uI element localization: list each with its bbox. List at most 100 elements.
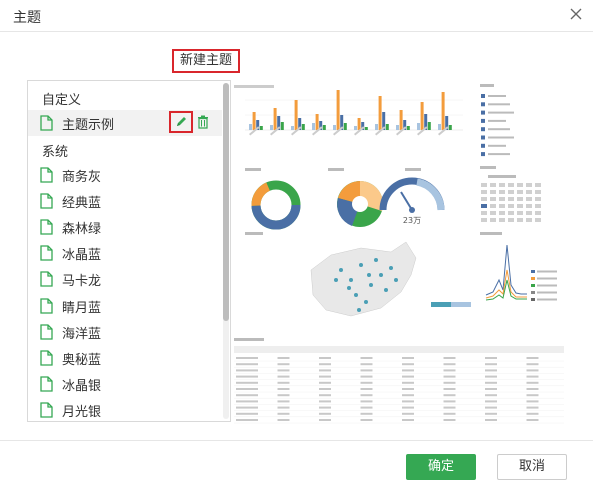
table-cell: [485, 394, 497, 397]
map-dot: [394, 278, 398, 282]
table-cell: [319, 412, 331, 415]
preview-bar: [448, 125, 452, 130]
theme-item-system[interactable]: 冰晶蓝: [28, 240, 222, 266]
theme-item-label: 海洋蓝: [62, 326, 102, 342]
theme-item-label: 商务灰: [62, 170, 102, 185]
table-cell: [277, 394, 290, 397]
gauge-value: 23万: [403, 216, 421, 225]
table-cell: [526, 369, 539, 372]
table-cell: [360, 381, 373, 384]
theme-item-label: 马卡龙: [62, 274, 102, 290]
preview-bar: [322, 125, 326, 130]
theme-item-system[interactable]: 月光银: [28, 397, 222, 421]
map-dot: [364, 300, 368, 304]
table-cell: [485, 388, 497, 390]
table-cell: [526, 412, 539, 415]
table-cell: [485, 363, 497, 366]
theme-item-system[interactable]: 冰晶银: [28, 371, 222, 397]
table-cell: [443, 400, 456, 403]
calendar-cell: [508, 197, 514, 201]
table-cell: [277, 357, 290, 359]
line-legend-text: [537, 284, 557, 287]
table-cell: [443, 406, 456, 409]
table-cell: [360, 388, 373, 390]
preview-bar: [375, 124, 378, 130]
legend-swatch: [481, 135, 485, 140]
table-cell: [402, 357, 414, 359]
document-icon: [40, 350, 53, 366]
document-icon: [40, 115, 53, 131]
document-icon: [40, 323, 53, 340]
table-cell: [526, 357, 539, 359]
calendar-cell: [508, 190, 514, 194]
theme-item-system[interactable]: 森林绿: [28, 214, 222, 240]
calendar-cell: [535, 197, 541, 201]
theme-item-system[interactable]: 奥秘蓝: [28, 345, 222, 371]
table-cell: [277, 388, 290, 390]
calendar-cell: [526, 211, 532, 215]
theme-list: 自定义 主题示例 系统 商务灰 经典蓝 森林绿 冰晶蓝 马卡龙睛月蓝 海洋蓝 奥…: [27, 80, 231, 422]
preview-bar: [417, 123, 420, 130]
map-dot: [384, 288, 388, 292]
custom-section-label: 自定义: [42, 93, 82, 108]
preview-bar: [259, 126, 263, 130]
calendar-cell: [508, 218, 514, 222]
scrollbar-thumb[interactable]: [223, 83, 229, 321]
table-cell: [236, 400, 258, 403]
confirm-button[interactable]: 确定: [406, 454, 476, 480]
legend-text: [488, 95, 506, 97]
table-cell: [402, 381, 414, 384]
theme-item-system[interactable]: 睛月蓝: [28, 293, 222, 319]
legend-swatch: [481, 118, 485, 123]
trash-icon[interactable]: [197, 115, 209, 129]
table-cell: [319, 419, 331, 421]
table-cell: [402, 375, 414, 378]
calendar-cell: [535, 204, 541, 208]
calendar-cell: [517, 218, 523, 222]
calendar-cell: [490, 183, 496, 187]
map-dot: [379, 273, 383, 277]
legend-text: [488, 103, 510, 106]
preview-bar: [249, 124, 252, 130]
legend-swatch: [481, 94, 485, 98]
line-legend-swatch: [531, 277, 535, 280]
theme-item-label: 森林绿: [62, 222, 102, 238]
theme-item-custom[interactable]: 主题示例: [28, 110, 222, 136]
legend-text: [488, 119, 506, 122]
new-theme-button[interactable]: 新建主题: [172, 49, 240, 73]
table-cell: [236, 363, 258, 366]
legend-swatch: [481, 127, 485, 132]
cancel-button[interactable]: 取消: [497, 454, 567, 480]
theme-item-system[interactable]: 海洋蓝: [28, 319, 222, 345]
table-cell: [277, 363, 290, 366]
edit-theme-button[interactable]: [169, 111, 193, 133]
table-cell: [236, 388, 258, 390]
theme-item-system[interactable]: 马卡龙: [28, 266, 222, 292]
calendar-cell: [535, 190, 541, 194]
table-cell: [360, 369, 373, 372]
table-cell: [485, 419, 497, 421]
table-cell: [360, 419, 373, 421]
table-cell: [402, 400, 414, 403]
calendar-cell: [490, 218, 496, 222]
legend-swatch: [481, 152, 485, 157]
calendar-cell: [526, 190, 532, 194]
theme-item-label: 冰晶银: [62, 378, 102, 394]
dialog-title: 主题: [13, 10, 41, 26]
calendar-header: [488, 175, 516, 178]
table-cell: [402, 412, 414, 415]
preview-bar: [294, 100, 298, 130]
calendar-cell: [508, 204, 514, 208]
theme-item-system[interactable]: 商务灰: [28, 162, 222, 188]
close-icon[interactable]: [567, 5, 585, 23]
table-cell: [526, 375, 539, 378]
calendar-cell: [517, 197, 523, 201]
list-scrollbar[interactable]: [223, 83, 229, 419]
line-legend-text: [537, 291, 557, 294]
table-cell: [443, 412, 456, 415]
table-cell: [402, 394, 414, 397]
theme-preview-image: 23万: [231, 80, 570, 425]
calendar-cell: [490, 197, 496, 201]
theme-item-system[interactable]: 经典蓝: [28, 188, 222, 214]
table-cell: [485, 406, 497, 409]
